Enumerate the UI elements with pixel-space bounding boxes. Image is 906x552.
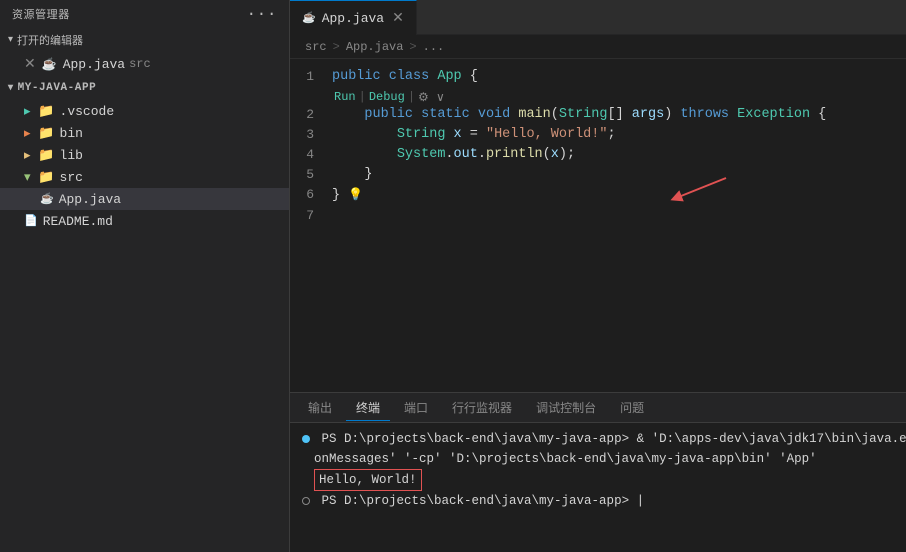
tree-item-lib[interactable]: ▸ 📁 lib — [0, 144, 289, 166]
panel-tab-debug-console[interactable]: 调试控制台 — [526, 395, 606, 421]
project-root-arrow: ▾ — [8, 82, 14, 94]
line-number-5: 5 — [290, 165, 330, 185]
terminal-line-4: PS D:\projects\back-end\java\my-java-app… — [302, 491, 906, 511]
line-number-2: 2 — [290, 105, 330, 125]
terminal-text-4: PS D:\projects\back-end\java\my-java-app… — [322, 494, 645, 508]
throws-annotation — [656, 173, 736, 207]
sidebar-title: 资源管理器 — [12, 6, 70, 22]
terminal-content: PS D:\projects\back-end\java\my-java-app… — [290, 423, 906, 552]
code-line-4: 4 System.out.println(x); — [290, 145, 906, 165]
terminal-text-1: PS D:\projects\back-end\java\my-java-app… — [322, 432, 906, 446]
folder-icon-src: ▾ 📁 — [24, 170, 55, 185]
code-line-7: 7 — [290, 206, 906, 226]
tree-item-label-src: src — [60, 170, 83, 185]
open-editor-item[interactable]: ✕ ☕ App.java src — [0, 52, 289, 76]
line-number-3: 3 — [290, 125, 330, 145]
line-content-3: String x = "Hello, World!"; — [330, 125, 906, 145]
breadcrumb-sep2: > — [409, 40, 416, 54]
tree-item-src[interactable]: ▾ 📁 src — [0, 166, 289, 188]
panel-tab-port[interactable]: 端口 — [394, 395, 438, 421]
tab-close-button[interactable]: ✕ — [392, 10, 404, 27]
line-number-4: 4 — [290, 145, 330, 165]
terminal-line-2: onMessages' '-cp' 'D:\projects\back-end\… — [302, 449, 906, 469]
code-editor[interactable]: 1 public class App { Run | Debug | ⚙ ∨ — [290, 59, 906, 392]
breadcrumb-src: src — [305, 40, 327, 54]
line-content-2: public static void main(String[] args) t… — [330, 105, 906, 125]
tree-item-appjava[interactable]: ☕ App.java — [0, 188, 289, 210]
sidebar: 资源管理器 ··· ▾ 打开的编辑器 ✕ ☕ App.java src ▾ MY… — [0, 0, 290, 552]
terminal-text-3: Hello, World! — [302, 473, 422, 487]
terminal-panel: 输出 终端 端口 行行监视器 调试控制台 问题 PS D:\projects\b… — [290, 392, 906, 552]
close-icon[interactable]: ✕ — [24, 56, 36, 73]
open-file-name: App.java — [63, 57, 125, 72]
terminal-line-1: PS D:\projects\back-end\java\my-java-app… — [302, 429, 906, 449]
tab-appjava[interactable]: ☕ App.java ✕ — [290, 0, 417, 35]
line-number-6: 6 — [290, 185, 330, 205]
line-number-1: 1 — [290, 67, 330, 87]
debug-link[interactable]: Debug — [369, 90, 405, 104]
hello-world-output: Hello, World! — [314, 469, 422, 491]
project-name: MY-JAVA-APP — [18, 82, 97, 94]
run-debug-sep2: | — [408, 90, 415, 104]
run-link[interactable]: Run — [334, 90, 356, 104]
tree-item-bin[interactable]: ▸ 📁 bin — [0, 122, 289, 144]
folder-icon-bin: ▸ 📁 — [24, 126, 55, 141]
editor-area: ☕ App.java ✕ src > App.java > ... 1 publ… — [290, 0, 906, 552]
breadcrumb: src > App.java > ... — [290, 35, 906, 59]
open-editors-section: ▾ 打开的编辑器 ✕ ☕ App.java src — [0, 28, 289, 76]
open-editors-arrow: ▾ — [8, 34, 13, 46]
tree-item-label-bin: bin — [60, 126, 83, 141]
terminal-dot-4 — [302, 497, 310, 505]
terminal-line-3: Hello, World! — [302, 469, 906, 491]
run-debug-bar: Run | Debug | ⚙ ∨ — [290, 87, 906, 105]
panel-tabs: 输出 终端 端口 行行监视器 调试控制台 问题 — [290, 393, 906, 423]
line-number-7: 7 — [290, 206, 330, 226]
code-lines: 1 public class App { Run | Debug | ⚙ ∨ — [290, 59, 906, 392]
code-line-2: 2 public static void main(String[] args)… — [290, 105, 906, 125]
tab-name: App.java — [322, 11, 384, 26]
java-file-icon: ☕ — [40, 192, 54, 206]
tree-item-label-appjava: App.java — [59, 192, 121, 207]
project-root[interactable]: ▾ MY-JAVA-APP — [0, 76, 289, 100]
panel-tab-terminal[interactable]: 终端 — [346, 395, 390, 421]
java-file-icon-small: ☕ — [42, 57, 57, 72]
panel-tab-problems[interactable]: 问题 — [610, 395, 654, 421]
line-content-5: } — [330, 165, 906, 185]
folder-icon-vscode: ▸ 📁 — [24, 104, 55, 119]
tree-item-readme[interactable]: 📄 README.md — [0, 210, 289, 232]
breadcrumb-sep1: > — [333, 40, 340, 54]
sidebar-header: 资源管理器 ··· — [0, 0, 289, 28]
code-line-5: 5 } — [290, 165, 906, 185]
breadcrumb-more: ... — [423, 40, 445, 54]
line-content-6: } 💡 — [330, 185, 906, 206]
tree-item-label-vscode: .vscode — [60, 104, 115, 119]
tree-item-label-readme: README.md — [43, 214, 113, 229]
terminal-text-2: onMessages' '-cp' 'D:\projects\back-end\… — [302, 452, 817, 466]
code-line-6: 6 } 💡 — [290, 185, 906, 206]
panel-tab-output[interactable]: 输出 — [298, 395, 342, 421]
open-editors-text: 打开的编辑器 — [17, 32, 83, 48]
line-content-1: public class App { — [330, 67, 906, 87]
terminal-dot-1 — [302, 435, 310, 443]
tab-bar: ☕ App.java ✕ — [290, 0, 906, 35]
open-file-src: src — [129, 57, 151, 71]
breadcrumb-file: App.java — [346, 40, 404, 54]
project-tree: ▾ MY-JAVA-APP ▸ 📁 .vscode ▸ 📁 bin ▸ 📁 li… — [0, 76, 289, 232]
code-line-1: 1 public class App { — [290, 67, 906, 87]
sidebar-more-button[interactable]: ··· — [247, 5, 277, 23]
line-content-4: System.out.println(x); — [330, 145, 906, 165]
run-debug-sep: | — [359, 90, 366, 104]
code-line-3: 3 String x = "Hello, World!"; — [290, 125, 906, 145]
md-file-icon: 📄 — [24, 214, 38, 228]
tab-file-icon: ☕ — [302, 11, 316, 25]
run-more-icon[interactable]: ⚙ ∨ — [418, 90, 445, 105]
tree-item-label-lib: lib — [60, 148, 83, 163]
panel-tab-monitor[interactable]: 行行监视器 — [442, 395, 522, 421]
tree-item-vscode[interactable]: ▸ 📁 .vscode — [0, 100, 289, 122]
open-editors-label[interactable]: ▾ 打开的编辑器 — [0, 28, 289, 52]
folder-icon-lib: ▸ 📁 — [24, 148, 55, 163]
